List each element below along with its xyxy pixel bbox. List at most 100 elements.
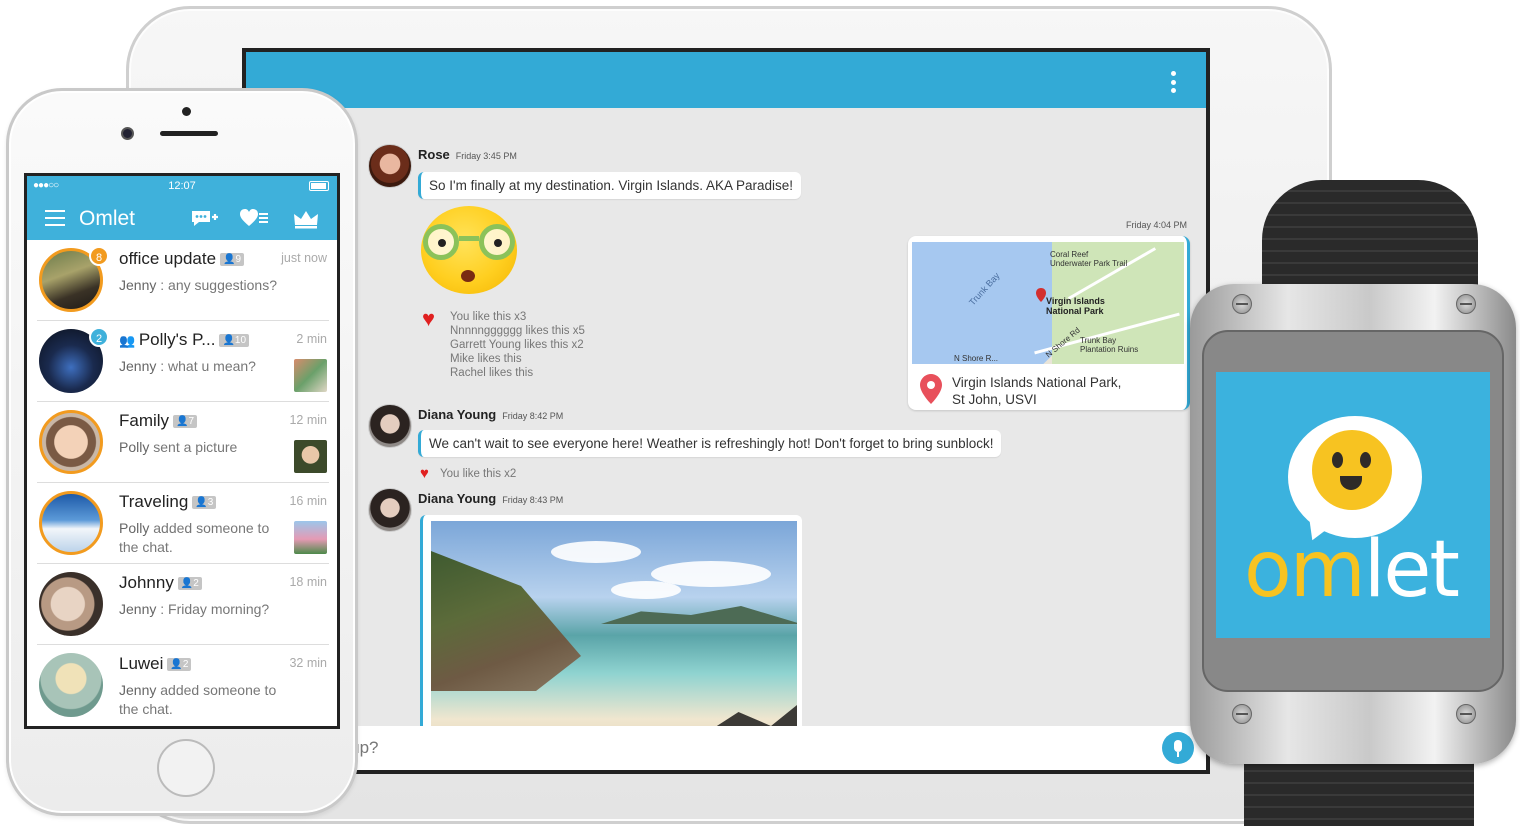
location-name: Virgin Islands National Park, St John, U…	[952, 374, 1121, 408]
phone-screen: ●●●○○ 12:07 Omlet 8 office update 👤9 just…	[24, 173, 340, 729]
location-line-1: Virgin Islands National Park,	[952, 375, 1122, 390]
phone-sensor	[182, 107, 191, 116]
phone-app-header: Omlet	[27, 198, 337, 240]
avatar-diana-young[interactable]	[368, 404, 412, 448]
avatar	[39, 653, 103, 717]
message-bubble[interactable]: So I'm finally at my destination. Virgin…	[418, 172, 802, 199]
map-thumbnail[interactable]: Trunk Bay Coral Reef Underwater Park Tra…	[912, 242, 1184, 364]
overflow-menu-icon[interactable]	[1170, 71, 1176, 93]
heart-list-icon[interactable]	[239, 208, 269, 230]
member-count: 👤9	[220, 253, 245, 266]
omlet-logo-text: omlet	[1244, 530, 1460, 610]
heart-icon[interactable]: ♥	[420, 466, 429, 481]
sender-name: Diana Young	[418, 491, 497, 506]
message-composer	[246, 726, 1206, 770]
front-camera	[121, 127, 134, 140]
watch-screen[interactable]: omlet	[1216, 372, 1490, 638]
tablet-screen: Rose Friday 3:45 PM So I'm finally at my …	[242, 48, 1210, 774]
member-count-value: 2	[193, 578, 199, 589]
like-entry: You like this x3	[450, 311, 527, 323]
heart-icon[interactable]: ♥	[422, 308, 435, 330]
crown-icon[interactable]	[291, 208, 321, 230]
preview-text: : what u mean?	[156, 358, 256, 374]
chat-item-luwei[interactable]: Luwei 👤2 32 min Jenny added someone to th…	[37, 645, 329, 726]
chat-preview: Polly sent a picture	[119, 438, 289, 457]
preview-thumbnail	[294, 521, 327, 554]
map-label: N Shore R...	[954, 354, 999, 363]
avatar	[39, 491, 103, 555]
avatar	[39, 572, 103, 636]
message-time: Friday 8:42 PM	[502, 411, 564, 421]
preview-text: : Friday morning?	[156, 601, 270, 617]
preview-thumbnail	[294, 440, 327, 473]
like-entry: Rachel likes this	[450, 367, 534, 379]
phone-speaker	[160, 131, 218, 136]
preview-user: Polly	[119, 439, 150, 455]
message-bubble[interactable]: We can't wait to see everyone here! Weat…	[418, 430, 1002, 457]
location-line-2: St John, USVI	[952, 392, 1037, 407]
chat-title: Luwei	[119, 654, 164, 673]
chat-time: 16 min	[289, 494, 327, 508]
chat-item-traveling[interactable]: Traveling 👤3 16 min Polly added someone t…	[37, 483, 329, 564]
chat-list: 8 office update 👤9 just now Jenny : any s…	[27, 240, 337, 726]
like-entry: Garrett Young likes this x2	[450, 339, 584, 351]
watch-screw	[1232, 294, 1252, 314]
member-count: 👤3	[192, 496, 217, 509]
message-time: Friday 8:43 PM	[502, 495, 564, 505]
chat-item-pollys-party[interactable]: 2 👥 Polly's P... 👤10 2 min Jenny : what u…	[37, 321, 329, 402]
chat-name: Johnny 👤2	[119, 573, 202, 593]
message-sender: Diana Young Friday 8:42 PM	[418, 407, 563, 422]
member-count-value: 2	[182, 659, 189, 670]
map-label: National Park	[1046, 306, 1104, 316]
tablet-app-bar	[246, 52, 1206, 108]
preview-user: Jenny	[119, 682, 157, 698]
chat-title: Traveling	[119, 492, 189, 511]
omlet-logo-face-icon	[1312, 430, 1392, 510]
preview-user: Polly	[119, 520, 150, 536]
chat-title: Family	[119, 411, 170, 430]
chat-item-family[interactable]: Family 👤7 12 min Polly sent a picture	[37, 402, 329, 483]
chat-preview: Jenny : what u mean?	[119, 357, 289, 376]
chat-title: Johnny	[119, 573, 174, 592]
avatar-diana-young[interactable]	[368, 488, 412, 532]
chat-time: 2 min	[296, 332, 327, 346]
new-chat-icon[interactable]	[189, 208, 219, 230]
message-sender: Rose Friday 3:45 PM	[418, 147, 517, 162]
message-text: So I'm finally at my destination. Virgin…	[429, 178, 794, 193]
microphone-button[interactable]	[1162, 732, 1194, 764]
member-count-value: 3	[207, 497, 214, 508]
chat-item-office-update[interactable]: 8 office update 👤9 just now Jenny : any s…	[37, 240, 329, 321]
like-entry: Nnnnngggggg likes this x5	[450, 325, 585, 337]
preview-text: sent a picture	[149, 439, 238, 455]
preview-user: Jenny	[119, 358, 157, 374]
message-input[interactable]	[292, 734, 992, 762]
location-card[interactable]: Trunk Bay Coral Reef Underwater Park Tra…	[908, 236, 1190, 410]
map-label: Trunk Bay	[1080, 336, 1117, 345]
message-likes: You like this x2	[440, 468, 517, 480]
preview-thumbnail	[294, 359, 327, 392]
hamburger-menu-icon[interactable]	[45, 210, 65, 226]
chat-name: Family 👤7	[119, 411, 198, 431]
home-button[interactable]	[157, 739, 215, 797]
avatar-rose[interactable]	[368, 144, 412, 188]
group-icon: 👥	[119, 333, 139, 348]
nerd-emoji-sticker[interactable]	[421, 206, 517, 294]
chat-name: office update 👤9	[119, 249, 245, 269]
chat-title: Polly's P...	[138, 330, 216, 349]
chat-preview: Jenny added someone to the chat.	[119, 681, 289, 719]
chat-time: 32 min	[289, 656, 327, 670]
chat-item-johnny[interactable]: Johnny 👤2 18 min Jenny : Friday morning?	[37, 564, 329, 645]
avatar	[39, 410, 103, 474]
chat-preview: Jenny : Friday morning?	[119, 600, 289, 619]
watch-screw	[1456, 704, 1476, 724]
member-count: 👤10	[219, 334, 250, 347]
unread-badge: 8	[89, 246, 109, 266]
sender-name: Diana Young	[418, 407, 497, 422]
location-message-time: Friday 4:04 PM	[1126, 220, 1188, 230]
status-clock: 12:07	[168, 180, 196, 192]
map-label: Coral Reef	[1050, 250, 1089, 259]
member-count-value: 10	[234, 335, 247, 346]
app-title: Omlet	[79, 207, 136, 230]
watch-screw	[1232, 704, 1252, 724]
status-bar: ●●●○○ 12:07	[27, 176, 337, 198]
